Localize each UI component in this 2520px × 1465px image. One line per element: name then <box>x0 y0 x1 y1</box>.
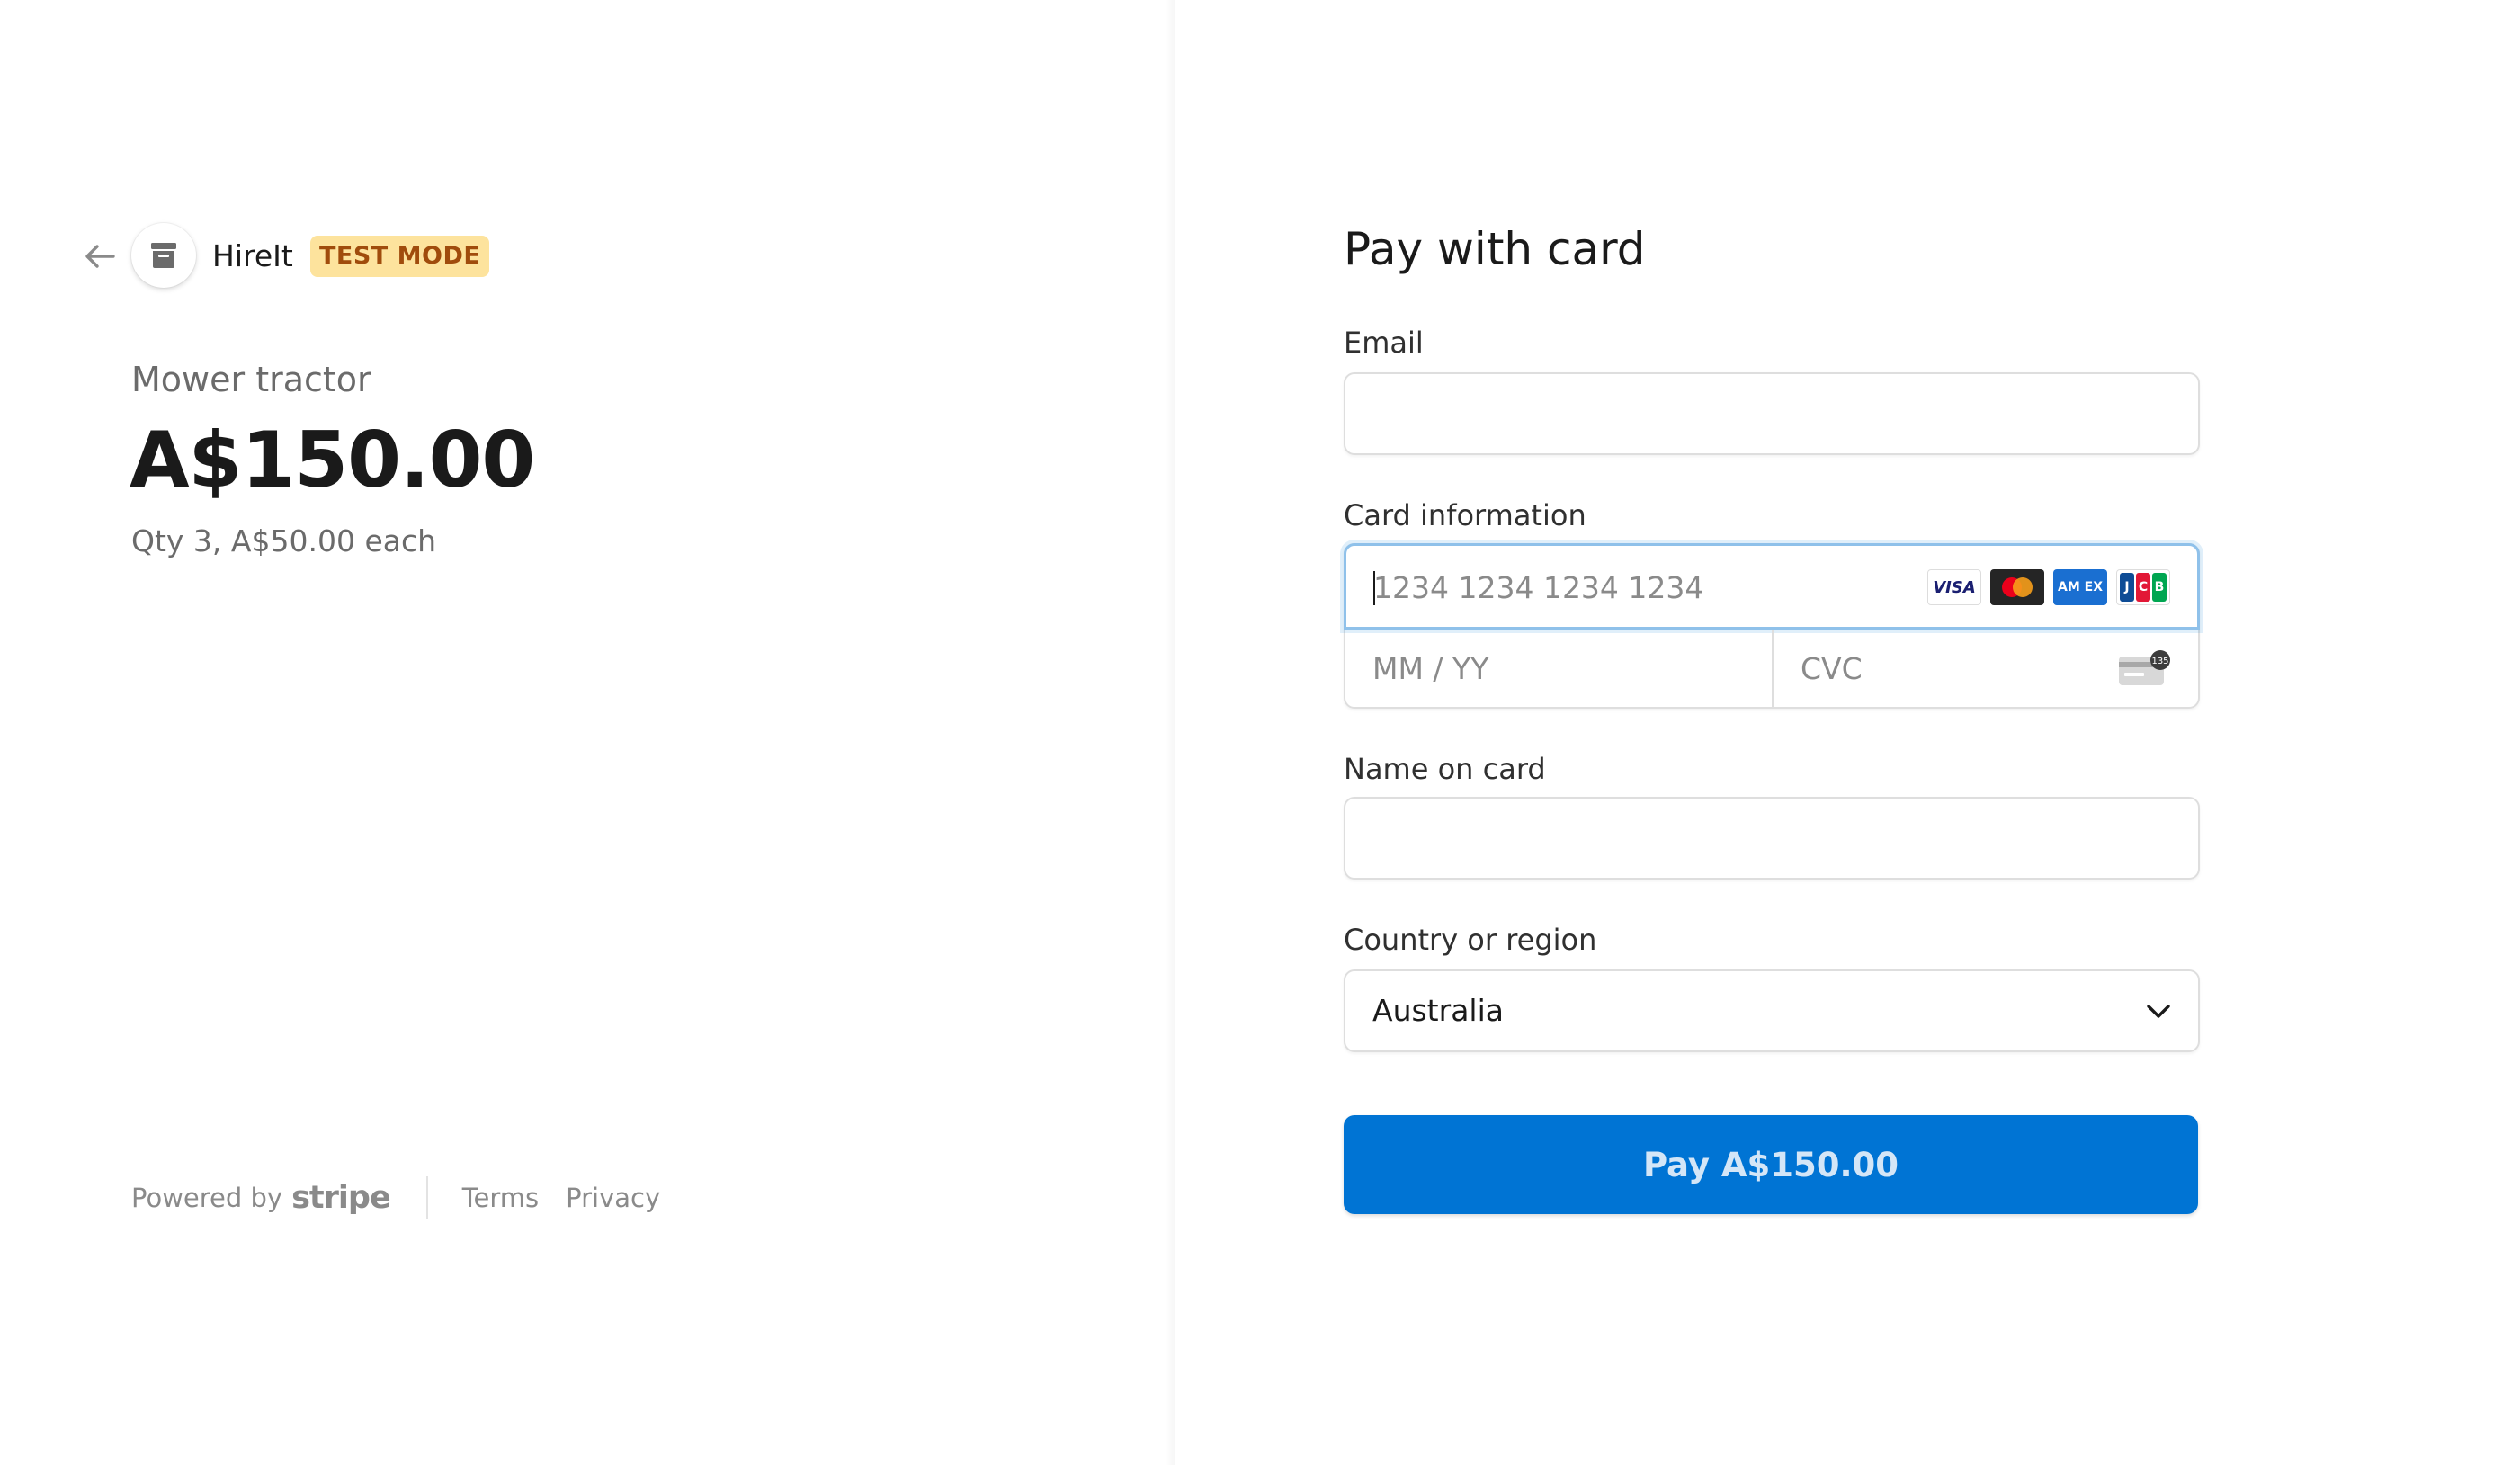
text-caret <box>1373 571 1375 605</box>
merchant-name: HireIt <box>212 238 293 273</box>
payment-form-title: Pay with card <box>1344 223 1646 275</box>
arrow-left-icon <box>85 245 115 268</box>
name-on-card-field[interactable] <box>1344 797 2200 880</box>
jcb-icon: J C B <box>2116 569 2170 605</box>
footer-divider <box>425 1176 428 1219</box>
privacy-link[interactable]: Privacy <box>566 1183 660 1213</box>
test-mode-badge: TEST MODE <box>310 236 490 277</box>
product-quantity: Qty 3, A$50.00 each <box>131 523 437 558</box>
card-number-input[interactable] <box>1372 546 1915 629</box>
country-selected-value: Australia <box>1372 993 1504 1028</box>
cvc-card-icon: 135 <box>2119 650 2170 685</box>
product-price: A$150.00 <box>130 415 535 505</box>
pane-divider <box>1166 0 1175 1465</box>
visa-icon: VISA <box>1927 569 1981 605</box>
card-number-container: VISA AM EX J C B <box>1344 543 2200 630</box>
name-on-card-label: Name on card <box>1344 752 1546 786</box>
merchant-logo <box>131 223 196 288</box>
email-label: Email <box>1344 326 1424 360</box>
card-information-group: VISA AM EX J C B 135 <box>1344 543 2200 709</box>
mastercard-icon <box>1990 569 2044 605</box>
card-expiry-input[interactable] <box>1345 630 1772 707</box>
card-expiry-cvc-row: 135 <box>1345 630 2198 707</box>
pay-button[interactable]: Pay A$150.00 <box>1344 1115 2198 1214</box>
store-icon <box>151 243 176 268</box>
country-label: Country or region <box>1344 923 1597 957</box>
card-information-label: Card information <box>1344 498 1586 532</box>
amex-icon: AM EX <box>2053 569 2107 605</box>
email-field[interactable] <box>1344 372 2200 455</box>
country-select[interactable]: Australia <box>1344 969 2200 1052</box>
back-button[interactable] <box>79 236 121 277</box>
stripe-logo: stripe <box>291 1180 391 1216</box>
product-name: Mower tractor <box>131 360 371 399</box>
powered-by-label: Powered by <box>131 1183 283 1213</box>
terms-link[interactable]: Terms <box>462 1183 539 1213</box>
svg-text:135: 135 <box>2151 657 2168 666</box>
footer: Powered by stripe Terms Privacy <box>131 1176 687 1219</box>
powered-by-stripe[interactable]: Powered by stripe <box>131 1180 391 1216</box>
card-brand-icons: VISA AM EX J C B <box>1927 569 2170 605</box>
chevron-down-icon <box>2147 1005 2170 1018</box>
order-summary-pane: HireIt TEST MODE Mower tractor A$150.00 … <box>0 0 1169 1465</box>
